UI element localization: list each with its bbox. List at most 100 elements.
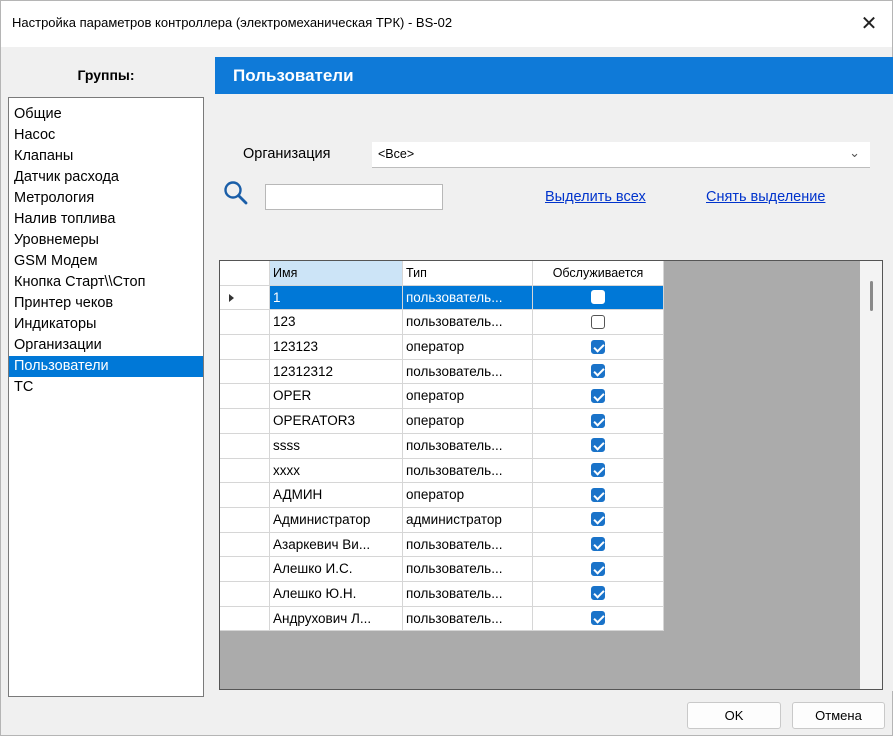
cell-name[interactable]: 123123 — [270, 335, 403, 360]
row-selector[interactable] — [220, 483, 270, 508]
row-selector[interactable] — [220, 606, 270, 632]
table-row[interactable]: 123 пользователь... — [220, 310, 670, 336]
sidebar-item[interactable]: Принтер чеков — [9, 293, 203, 314]
ok-button[interactable]: OK — [687, 702, 781, 729]
cell-type[interactable]: оператор — [403, 409, 533, 434]
served-checkbox[interactable] — [591, 537, 605, 551]
cell-type[interactable]: оператор — [403, 335, 533, 360]
cell-type[interactable]: оператор — [403, 384, 533, 410]
cell-type[interactable]: пользователь... — [403, 532, 533, 558]
cell-type[interactable]: оператор — [403, 483, 533, 508]
cell-name[interactable]: Алешко И.С. — [270, 557, 403, 582]
served-checkbox[interactable] — [591, 413, 605, 428]
cell-name[interactable]: Андрухович Л... — [270, 606, 403, 632]
sidebar-item[interactable]: Общие — [9, 104, 203, 125]
deselect-all-link[interactable]: Снять выделение — [706, 189, 825, 205]
served-checkbox[interactable] — [591, 438, 605, 453]
table-row[interactable]: 1 пользователь... — [220, 285, 670, 311]
table-row[interactable]: АДМИН оператор — [220, 483, 670, 508]
cell-name[interactable]: 123 — [270, 310, 403, 336]
served-checkbox[interactable] — [591, 586, 605, 601]
sidebar-item[interactable]: Насос — [9, 125, 203, 146]
sidebar-item[interactable]: Организации — [9, 335, 203, 356]
table-row[interactable]: Азаркевич Ви... пользователь... — [220, 532, 670, 558]
sidebar-item[interactable]: ТС — [9, 377, 203, 398]
cell-name[interactable]: OPER — [270, 384, 403, 410]
cell-type[interactable]: пользователь... — [403, 581, 533, 607]
served-checkbox[interactable] — [591, 290, 605, 305]
cell-type[interactable]: пользователь... — [403, 310, 533, 336]
table-row[interactable]: 12312312 пользователь... — [220, 359, 670, 385]
row-selector[interactable] — [220, 310, 270, 336]
column-header-served[interactable]: Обслуживается — [533, 261, 664, 286]
cell-type[interactable]: пользователь... — [403, 606, 533, 632]
cell-name[interactable]: Администратор — [270, 507, 403, 533]
served-checkbox[interactable] — [591, 462, 605, 477]
table-row[interactable]: xxxx пользователь... — [220, 458, 670, 484]
row-selector-header[interactable] — [220, 261, 270, 286]
sidebar-item[interactable]: Кнопка Старт\\Стоп — [9, 272, 203, 293]
served-checkbox[interactable] — [591, 487, 605, 502]
served-checkbox[interactable] — [591, 364, 605, 379]
sidebar-item[interactable]: Налив топлива — [9, 209, 203, 230]
scrollbar-thumb[interactable] — [870, 281, 873, 311]
cell-name[interactable]: Алешко Ю.Н. — [270, 581, 403, 607]
row-selector[interactable] — [220, 433, 270, 459]
table-row[interactable]: Алешко И.С. пользователь... — [220, 557, 670, 582]
cell-type[interactable]: пользователь... — [403, 433, 533, 459]
served-checkbox[interactable] — [591, 314, 605, 329]
row-selector[interactable] — [220, 557, 270, 582]
table-row[interactable]: Администратор администратор — [220, 507, 670, 533]
table-row[interactable]: Алешко Ю.Н. пользователь... — [220, 581, 670, 607]
row-selector[interactable] — [220, 532, 270, 558]
cell-name[interactable]: 1 — [270, 285, 403, 311]
cell-type[interactable]: пользователь... — [403, 458, 533, 484]
select-all-link[interactable]: Выделить всех — [545, 189, 646, 205]
cell-served — [533, 507, 664, 533]
cell-name[interactable]: xxxx — [270, 458, 403, 484]
cell-type[interactable]: пользователь... — [403, 359, 533, 385]
organization-select[interactable]: <Все> ⌄ — [372, 142, 870, 168]
sidebar-item[interactable]: Датчик расхода — [9, 167, 203, 188]
row-selector[interactable] — [220, 409, 270, 434]
cell-name[interactable]: 12312312 — [270, 359, 403, 385]
served-checkbox[interactable] — [591, 512, 605, 527]
row-selector[interactable] — [220, 285, 270, 311]
cancel-button[interactable]: Отмена — [792, 702, 885, 729]
cell-type[interactable]: пользователь... — [403, 557, 533, 582]
groups-list[interactable]: Общие Насос Клапаны Датчик расхода Метрологи… — [8, 97, 204, 697]
search-icon[interactable] — [223, 180, 249, 206]
search-input[interactable] — [265, 184, 443, 210]
row-selector[interactable] — [220, 458, 270, 484]
row-selector[interactable] — [220, 335, 270, 360]
table-row[interactable]: OPERATOR3 оператор — [220, 409, 670, 434]
cell-name[interactable]: АДМИН — [270, 483, 403, 508]
vertical-scrollbar[interactable] — [860, 261, 882, 689]
cell-name[interactable]: ssss — [270, 433, 403, 459]
served-checkbox[interactable] — [591, 561, 605, 576]
cell-name[interactable]: Азаркевич Ви... — [270, 532, 403, 558]
sidebar-item[interactable]: Индикаторы — [9, 314, 203, 335]
row-selector[interactable] — [220, 384, 270, 410]
row-selector[interactable] — [220, 581, 270, 607]
cell-type[interactable]: администратор — [403, 507, 533, 533]
sidebar-item[interactable]: GSM Модем — [9, 251, 203, 272]
served-checkbox[interactable] — [591, 339, 605, 354]
served-checkbox[interactable] — [591, 611, 605, 626]
row-selector[interactable] — [220, 359, 270, 385]
served-checkbox[interactable] — [591, 388, 605, 403]
column-header-name[interactable]: Имя — [270, 261, 403, 286]
cell-type[interactable]: пользователь... — [403, 285, 533, 311]
table-row[interactable]: ssss пользователь... — [220, 433, 670, 459]
sidebar-item[interactable]: Метрология — [9, 188, 203, 209]
sidebar-item[interactable]: Клапаны — [9, 146, 203, 167]
sidebar-item[interactable]: Уровнемеры — [9, 230, 203, 251]
cell-name[interactable]: OPERATOR3 — [270, 409, 403, 434]
close-icon[interactable]: ✕ — [846, 1, 892, 47]
table-row[interactable]: 123123 оператор — [220, 335, 670, 360]
column-header-type[interactable]: Тип — [403, 261, 533, 286]
table-row[interactable]: Андрухович Л... пользователь... — [220, 606, 670, 632]
row-selector[interactable] — [220, 507, 270, 533]
sidebar-item[interactable]: Пользователи — [9, 356, 203, 377]
table-row[interactable]: OPER оператор — [220, 384, 670, 410]
